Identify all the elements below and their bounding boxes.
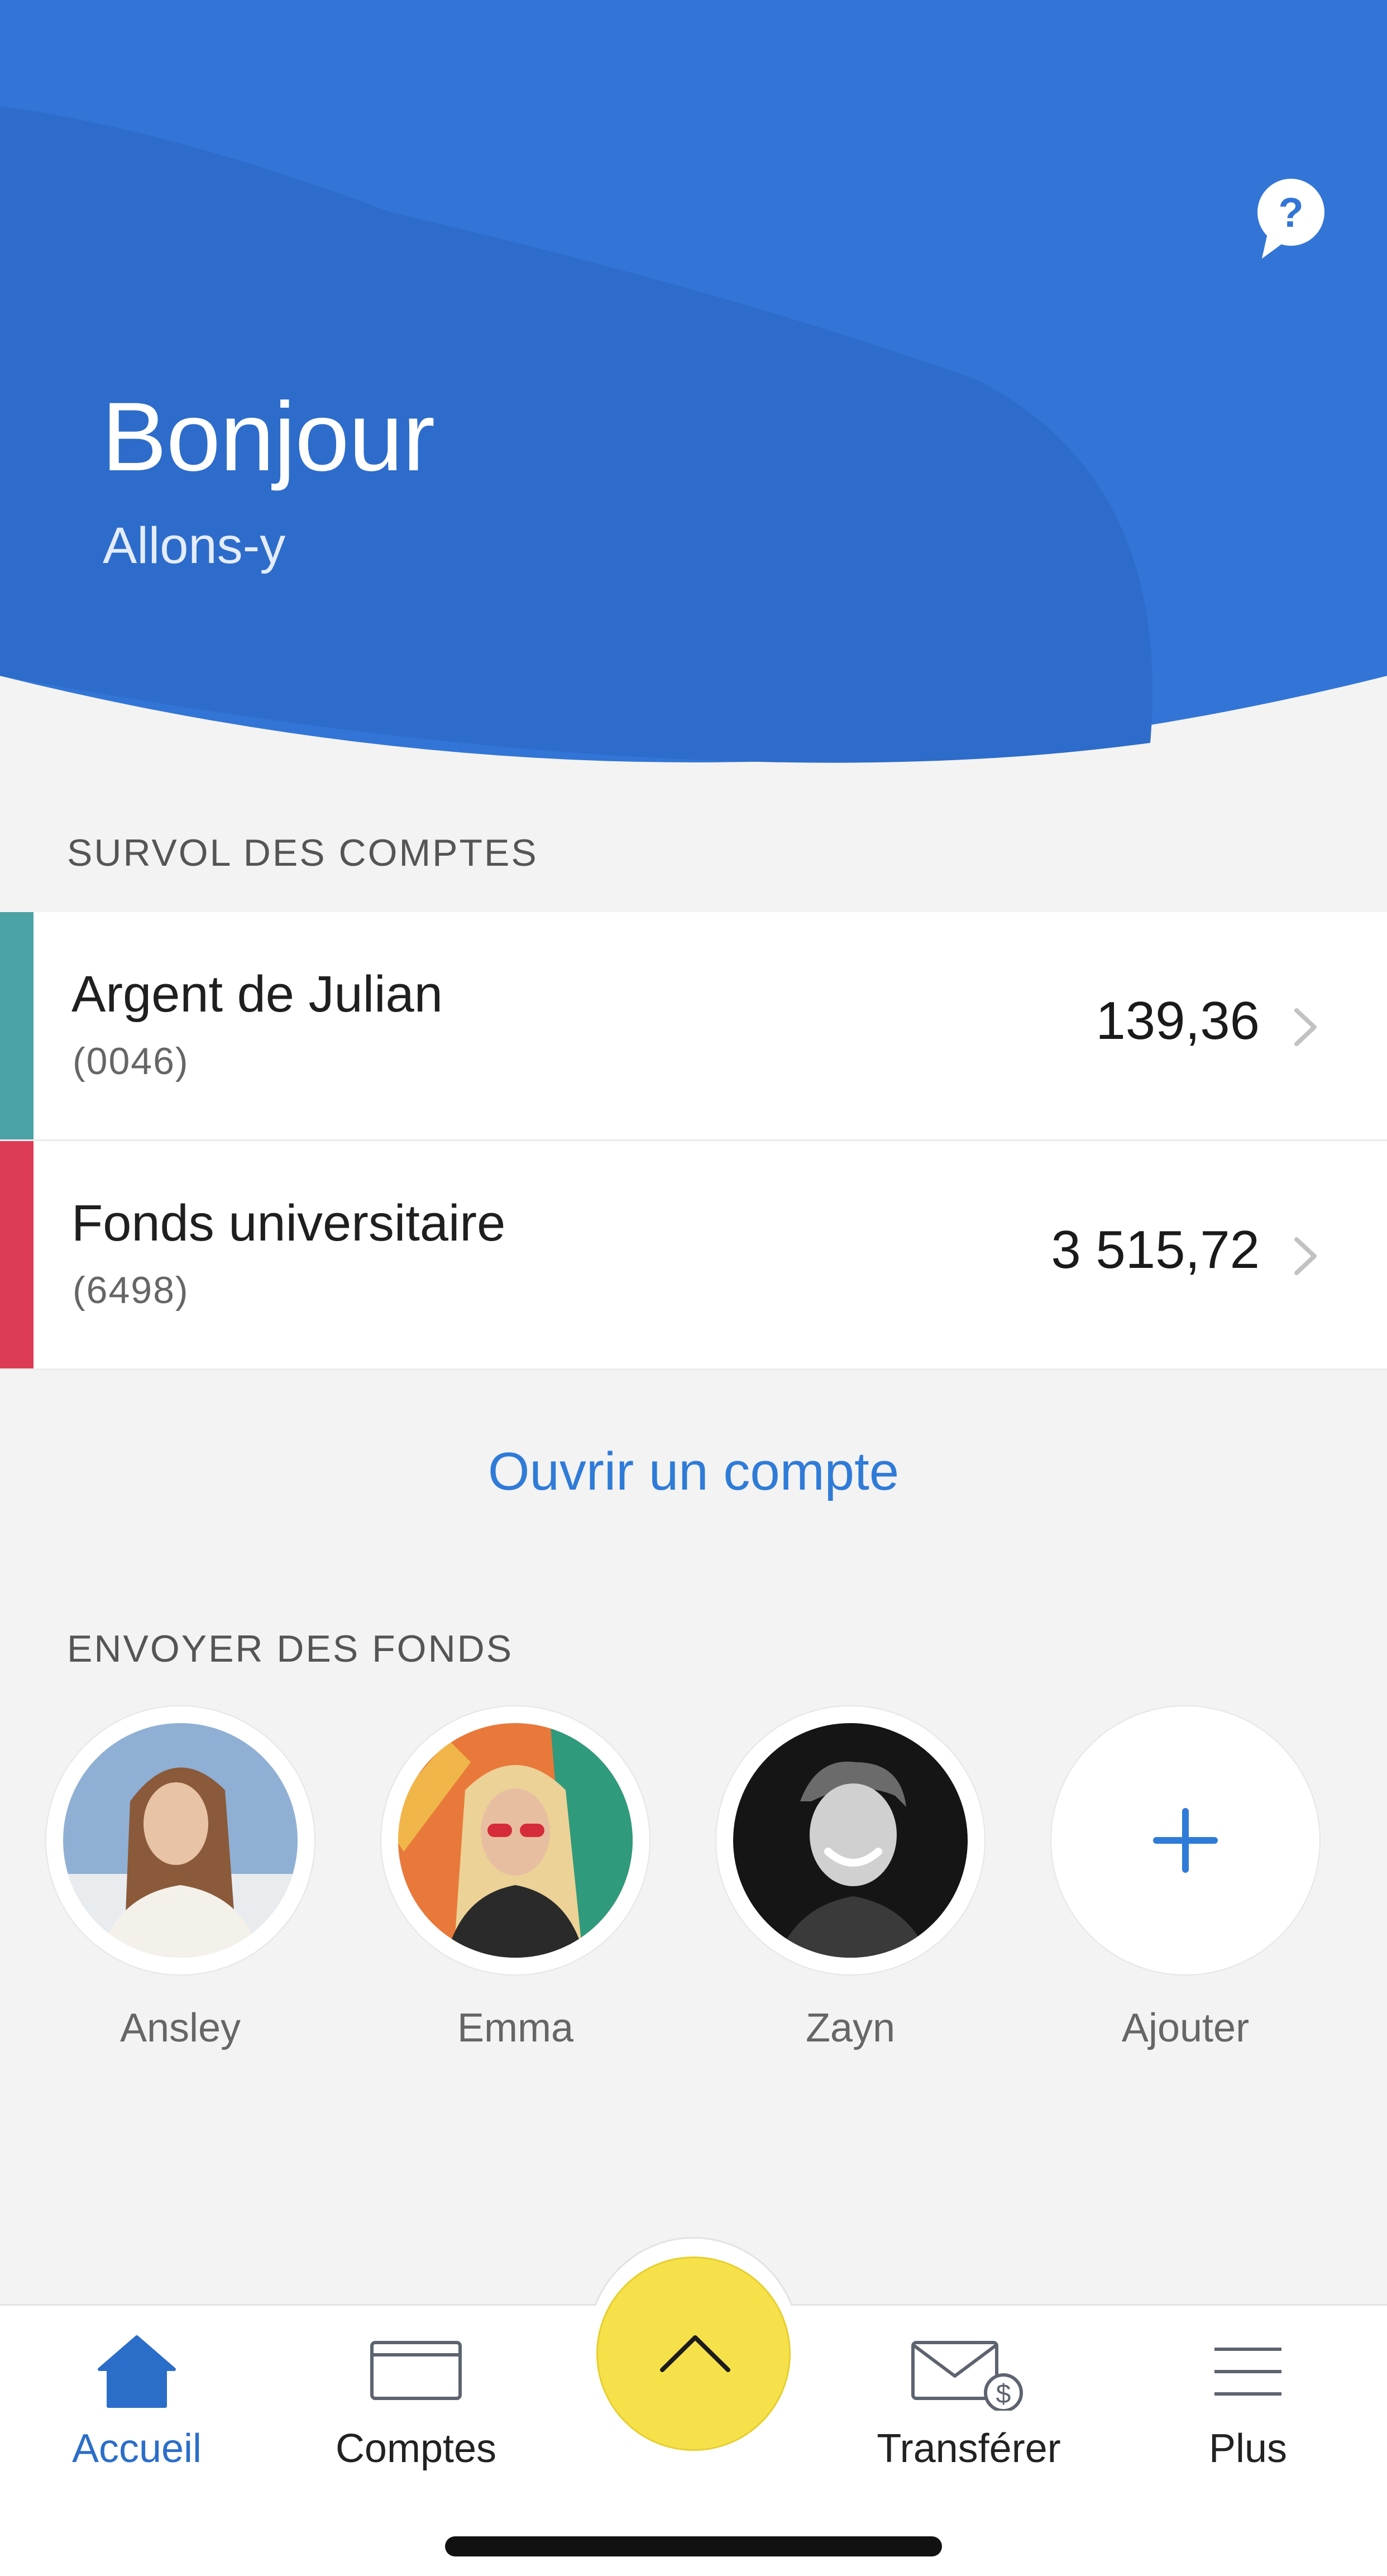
greeting-subtitle: Allons-y <box>103 517 286 574</box>
chevron-right-icon <box>1294 1237 1317 1275</box>
help-button[interactable]: ? <box>1256 178 1326 261</box>
contact-ansley[interactable]: Ansley <box>46 1706 314 2064</box>
account-color-bar <box>0 912 34 1139</box>
avatar <box>46 1706 314 1974</box>
tab-label: Comptes <box>335 2426 497 2471</box>
contact-name: Ajouter <box>1121 2006 1250 2050</box>
tab-accueil[interactable]: Accueil <box>22 2306 251 2507</box>
account-row-college-fund[interactable]: Fonds universitaire (6498) 3 515,72 <box>0 1141 1387 1370</box>
greeting-title: Bonjour <box>102 383 435 492</box>
chevron-up-icon <box>660 2335 730 2372</box>
account-name: Argent de Julian <box>71 966 443 1023</box>
contact-name: Zayn <box>805 2006 896 2050</box>
open-account-link[interactable]: Ouvrir un compte <box>0 1441 1387 1502</box>
help-chat-bubble-icon: ? <box>1257 179 1324 259</box>
menu-icon <box>1214 2348 1281 2396</box>
accounts-overview-title: SURVOL DES COMPTES <box>67 832 538 874</box>
plus-icon <box>1153 1808 1218 1873</box>
card-icon <box>370 2341 462 2400</box>
account-number: (0046) <box>73 1040 189 1082</box>
contact-zayn[interactable]: Zayn <box>716 1706 984 2064</box>
contact-emma[interactable]: Emma <box>381 1706 649 2064</box>
chevron-right-icon <box>1294 1008 1317 1046</box>
home-icon <box>98 2335 176 2408</box>
tab-label: Accueil <box>71 2426 202 2471</box>
add-contact-button[interactable]: Ajouter <box>1051 1706 1319 2064</box>
send-funds-contacts: Ansley Emma Zayn Ajouter <box>0 1706 1387 2064</box>
account-color-bar <box>0 1141 34 1368</box>
tab-label: Transférer <box>877 2426 1061 2471</box>
account-number: (6498) <box>73 1269 189 1311</box>
home-indicator <box>445 2536 942 2556</box>
contact-name: Emma <box>457 2006 574 2050</box>
account-row-julian[interactable]: Argent de Julian (0046) 139,36 <box>0 912 1387 1141</box>
tab-transferer[interactable]: $ Transférer <box>854 2306 1083 2507</box>
account-name: Fonds universitaire <box>71 1195 506 1252</box>
account-balance: 139,36 <box>1096 991 1260 1051</box>
send-funds-title: ENVOYER DES FONDS <box>67 1628 514 1670</box>
envelope-dollar-icon: $ <box>911 2341 1023 2411</box>
accounts-list: Argent de Julian (0046) 139,36 Fonds uni… <box>0 912 1387 1370</box>
svg-text:$: $ <box>996 2379 1011 2409</box>
tab-plus[interactable]: Plus <box>1133 2306 1362 2507</box>
add-contact-circle <box>1051 1706 1319 1974</box>
tab-label: Plus <box>1208 2426 1288 2471</box>
header-hero: ? Bonjour Allons-y <box>0 0 1387 793</box>
avatar <box>381 1706 649 1974</box>
svg-text:?: ? <box>1278 189 1303 236</box>
tab-comptes[interactable]: Comptes <box>302 2306 530 2507</box>
avatar <box>716 1706 984 1974</box>
expand-actions-button[interactable] <box>596 2257 791 2451</box>
account-balance: 3 515,72 <box>1051 1220 1260 1280</box>
contact-name: Ansley <box>119 2006 241 2050</box>
